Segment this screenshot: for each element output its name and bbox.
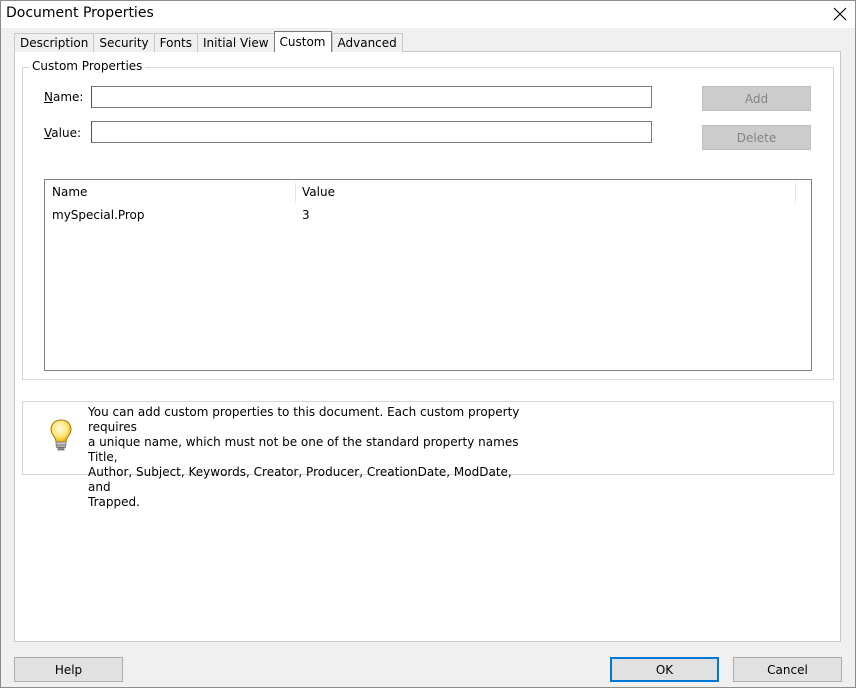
tab-security[interactable]: Security xyxy=(93,33,154,52)
tab-description[interactable]: Description xyxy=(14,33,94,52)
table-row[interactable]: mySpecial.Prop 3 xyxy=(45,205,811,225)
ok-button[interactable]: OK xyxy=(610,657,719,682)
tab-custom[interactable]: Custom xyxy=(273,31,332,52)
name-label-text: Name: xyxy=(44,90,84,104)
delete-button[interactable]: Delete xyxy=(702,125,811,150)
info-line: Author, Subject, Keywords, Creator, Prod… xyxy=(88,465,512,494)
row-name-cell: mySpecial.Prop xyxy=(52,208,145,222)
value-label: Value: xyxy=(44,126,81,140)
column-separator[interactable] xyxy=(795,183,796,203)
tab-fonts[interactable]: Fonts xyxy=(153,33,198,52)
tab-strip: Description Security Fonts Initial View … xyxy=(14,31,403,52)
column-header-value[interactable]: Value xyxy=(295,180,795,204)
add-button[interactable]: Add xyxy=(702,86,811,111)
cancel-button[interactable]: Cancel xyxy=(733,657,842,682)
info-line: You can add custom properties to this do… xyxy=(88,405,520,434)
help-button[interactable]: Help xyxy=(14,657,123,682)
tab-initial-view[interactable]: Initial View xyxy=(197,33,274,52)
close-button[interactable] xyxy=(826,2,854,26)
close-icon xyxy=(833,7,847,21)
info-text: You can add custom properties to this do… xyxy=(88,405,528,510)
value-label-text: Value: xyxy=(44,126,81,140)
column-header-name[interactable]: Name xyxy=(45,180,295,204)
info-line: a unique name, which must not be one of … xyxy=(88,435,519,464)
tab-advanced[interactable]: Advanced xyxy=(331,33,403,52)
window-title: Document Properties xyxy=(6,5,154,21)
lightbulb-icon xyxy=(48,418,74,452)
row-value-cell: 3 xyxy=(302,208,310,222)
custom-properties-legend: Custom Properties xyxy=(29,59,146,73)
name-field[interactable] xyxy=(91,86,652,108)
name-label: Name: xyxy=(44,90,83,104)
value-field[interactable] xyxy=(91,121,652,143)
info-line: Trapped. xyxy=(88,495,140,509)
table-header: Name Value xyxy=(45,180,811,205)
